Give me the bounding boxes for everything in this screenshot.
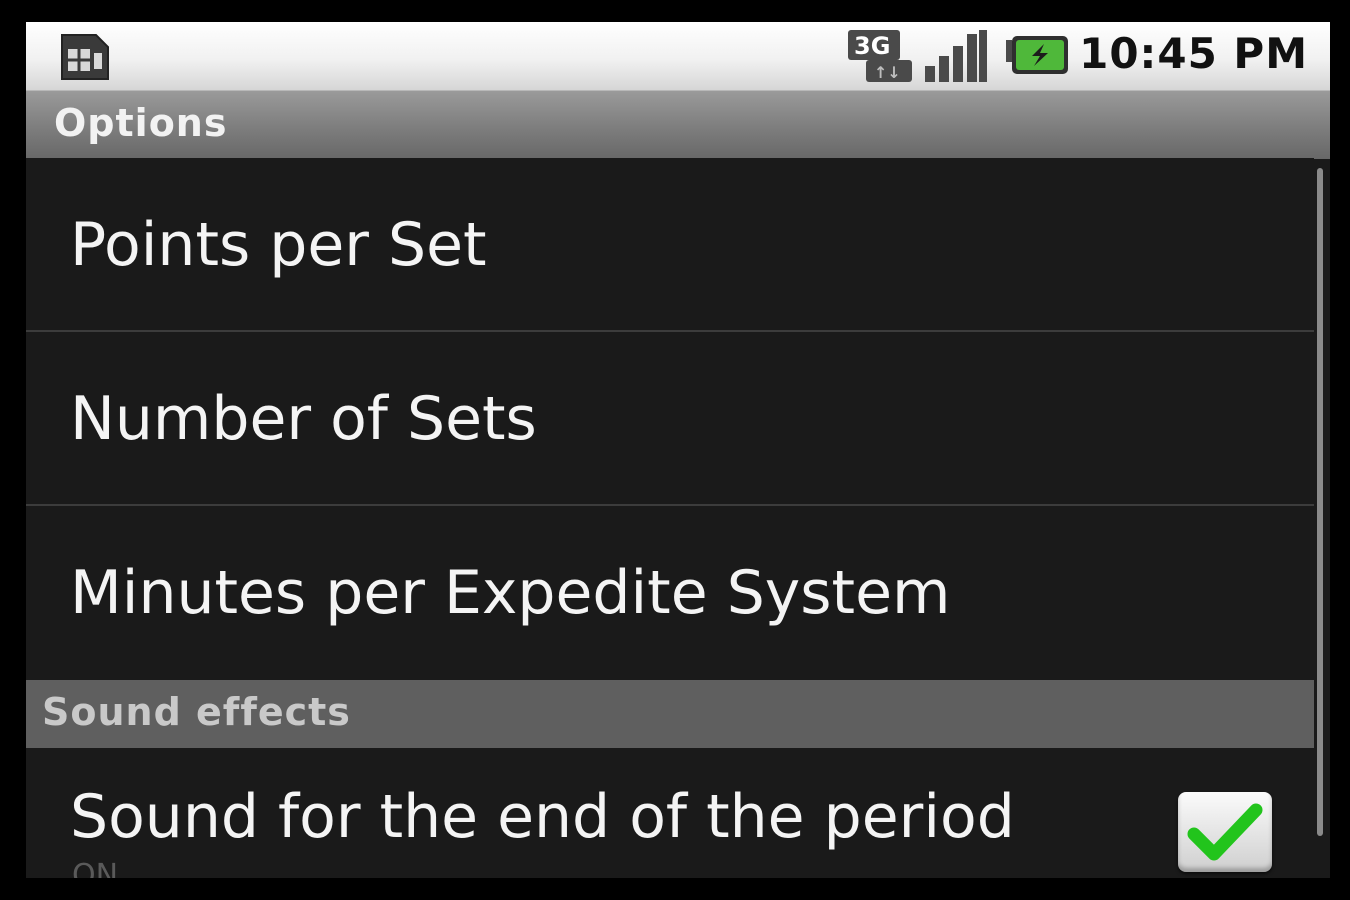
pref-label: Sound for the end of the period bbox=[70, 782, 1015, 852]
category-sound-effects: Sound effects bbox=[26, 680, 1314, 748]
pref-label: Points per Set bbox=[70, 210, 487, 280]
status-clock: 10:45 PM bbox=[1079, 29, 1308, 78]
3g-label: 3G bbox=[854, 32, 890, 60]
battery-charging-icon bbox=[1004, 34, 1072, 82]
sim-card-icon bbox=[56, 31, 112, 87]
pref-summary: ON bbox=[72, 858, 119, 878]
page-title: Options bbox=[54, 101, 228, 145]
3g-icon: 3G ↑↓ bbox=[846, 28, 916, 88]
data-arrows-label: ↑↓ bbox=[874, 63, 901, 82]
pref-points-per-set[interactable]: Points per Set bbox=[26, 158, 1314, 332]
pref-number-of-sets[interactable]: Number of Sets bbox=[26, 332, 1314, 506]
title-bar: Options bbox=[26, 90, 1330, 159]
phone-screen: 3G ↑↓ 10:45 PM Options Points per Set Nu… bbox=[26, 22, 1330, 878]
category-label: Sound effects bbox=[42, 690, 351, 734]
checkmark-icon bbox=[1187, 803, 1263, 861]
pref-label: Minutes per Expedite System bbox=[70, 558, 951, 628]
pref-label: Number of Sets bbox=[70, 384, 537, 454]
signal-strength-icon bbox=[921, 28, 991, 88]
sound-checkbox[interactable] bbox=[1178, 792, 1272, 872]
preferences-list: Points per Set Number of Sets Minutes pe… bbox=[26, 158, 1314, 878]
pref-sound-end-of-period[interactable]: Sound for the end of the period ON bbox=[26, 748, 1314, 878]
pref-minutes-per-expedite[interactable]: Minutes per Expedite System bbox=[26, 506, 1314, 680]
status-bar: 3G ↑↓ 10:45 PM bbox=[26, 22, 1330, 90]
scrollbar[interactable] bbox=[1317, 168, 1323, 836]
